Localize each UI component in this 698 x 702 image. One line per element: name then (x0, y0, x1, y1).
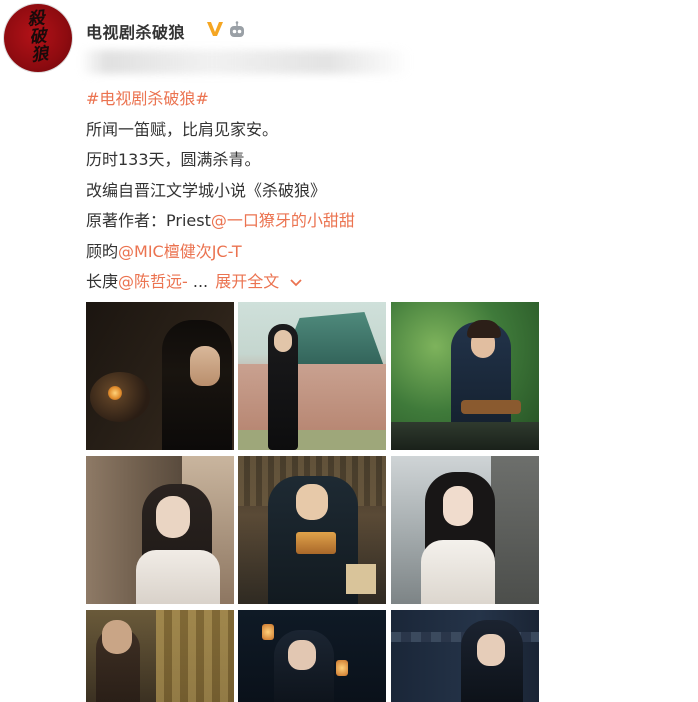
post-text: #电视剧杀破狼# 所闻一笛赋，比肩见家安。 历时133天，圆满杀青。 改编自晋江… (86, 84, 646, 298)
photo-6[interactable] (391, 456, 539, 604)
photo-7[interactable] (86, 610, 234, 702)
image-grid (86, 302, 546, 702)
photo-1[interactable] (86, 302, 234, 450)
avatar-logo-lettering: 殺破狼 (26, 8, 50, 66)
text-line-gu: 顾昀@MIC檀健次JC-T (86, 237, 646, 268)
expand-full-text-link[interactable]: 展开全文 (215, 272, 279, 291)
text-line-3: 改编自晋江文学城小说《杀破狼》 (86, 180, 327, 200)
avatar[interactable]: 殺破狼 (4, 4, 72, 72)
text-line-changgeng: 长庚@陈哲远- ... 展开全文 (86, 267, 646, 298)
verified-v-icon (207, 22, 223, 36)
gu-line-label: 顾昀 (86, 241, 119, 261)
photo-2[interactable] (238, 302, 386, 450)
author-line-label: 原著作者：Priest (86, 211, 211, 230)
chevron-down-icon[interactable] (289, 276, 303, 290)
mention-link[interactable]: @陈哲远- (118, 272, 188, 291)
mention-link[interactable]: @一口獠牙的小甜甜 (211, 211, 355, 230)
text-line-1: 所闻一笛赋，比肩见家安。 (86, 119, 279, 139)
changgeng-line-label: 长庚 (86, 272, 119, 291)
photo-8[interactable] (238, 610, 386, 702)
photo-4[interactable] (86, 456, 234, 604)
mention-link[interactable]: @MIC檀健次JC-T (118, 242, 242, 261)
blurred-timestamp (80, 50, 410, 74)
photo-3[interactable] (391, 302, 539, 450)
robot-icon (230, 21, 244, 37)
text-line-author: 原著作者：Priest@一口獠牙的小甜甜 (86, 206, 646, 237)
text-line-2: 历时133天，圆满杀青。 (86, 150, 261, 169)
hashtag-link[interactable]: #电视剧杀破狼# (86, 89, 209, 108)
author-name[interactable]: 电视剧杀破狼 (86, 19, 185, 43)
photo-5[interactable] (238, 456, 386, 604)
photo-9[interactable] (391, 610, 539, 702)
ellipsis: ... (187, 272, 214, 291)
